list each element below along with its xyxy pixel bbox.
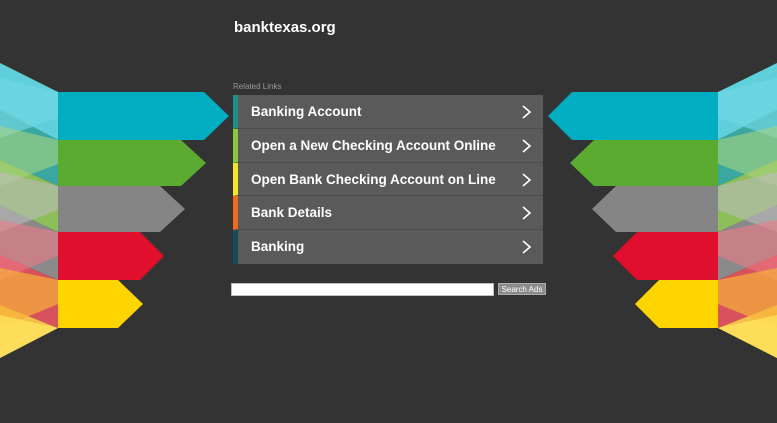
left-arrows: [0, 63, 229, 358]
chevron-right-icon: [522, 172, 532, 187]
link-label: Banking: [251, 239, 305, 255]
site-title: banktexas.org: [234, 19, 336, 36]
right-arrows: [548, 63, 777, 358]
link-label: Bank Details: [251, 205, 333, 221]
link-banking[interactable]: Banking: [233, 230, 543, 264]
link-label: Banking Account: [251, 104, 362, 119]
chevron-right-icon: [522, 105, 532, 119]
chevron-right-icon: [522, 139, 532, 153]
link-label: Open Bank Checking Account on Line: [251, 171, 496, 187]
search-ads-button[interactable]: Search Ads: [498, 283, 546, 295]
link-open-bank-checking-account-on-line[interactable]: Open Bank Checking Account on Line: [233, 162, 543, 197]
chevron-right-icon: [522, 240, 532, 254]
related-links-list: Banking Account Open a New Checking Acco…: [233, 95, 543, 264]
link-bank-details[interactable]: Bank Details: [233, 196, 543, 231]
link-label: Open a New Checking Account Online: [251, 137, 496, 153]
related-links-label: Related Links: [233, 82, 282, 91]
chevron-right-icon: [522, 206, 532, 220]
link-banking-account[interactable]: Banking Account: [233, 95, 543, 129]
link-open-new-checking-account-online[interactable]: Open a New Checking Account Online: [233, 128, 543, 163]
search-input[interactable]: [231, 283, 494, 296]
